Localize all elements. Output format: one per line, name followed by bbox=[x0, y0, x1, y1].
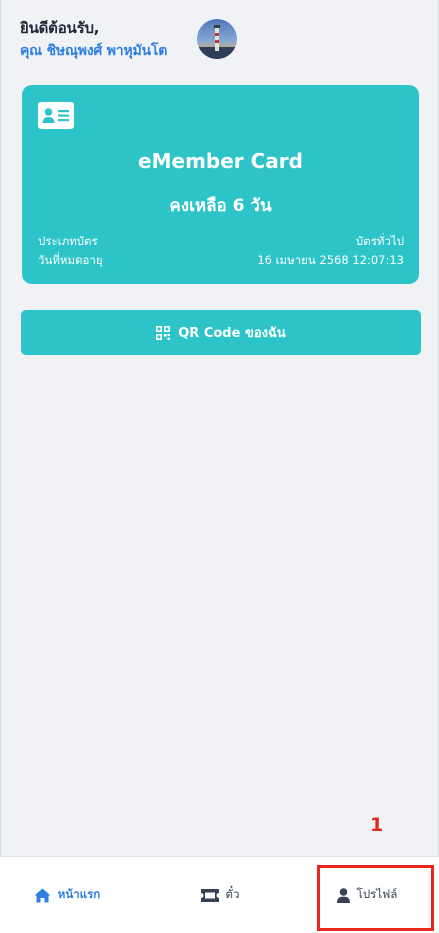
card-type-label: ประเภทบัตร bbox=[38, 234, 98, 248]
ticket-icon bbox=[200, 888, 219, 902]
qr-button-label: QR Code ของฉัน bbox=[178, 326, 286, 341]
bottom-navigation: หน้าแรก ตั๋ว โปรไฟล์ bbox=[0, 856, 439, 933]
user-name: คุณ ชิษณุพงศ์ พาหุมันโต bbox=[20, 43, 168, 59]
step-number-annotation: 1 bbox=[370, 814, 384, 836]
nav-profile-label: โปรไฟล์ bbox=[356, 887, 398, 901]
expiry-value: 16 เมษายน 2568 12:07:13 bbox=[257, 253, 404, 267]
nav-ticket-label: ตั๋ว bbox=[225, 887, 240, 901]
user-icon bbox=[336, 887, 350, 903]
expiry-label: วันที่หมดอายุ bbox=[38, 253, 103, 267]
avatar[interactable] bbox=[197, 19, 237, 59]
avatar-image bbox=[197, 19, 237, 59]
nav-profile[interactable]: โปรไฟล์ bbox=[299, 857, 435, 933]
my-qr-code-button[interactable]: QR Code ของฉัน bbox=[21, 310, 421, 355]
expiry-row: วันที่หมดอายุ 16 เมษายน 2568 12:07:13 bbox=[38, 252, 404, 268]
card-type-row: ประเภทบัตร บัตรทั่วไป bbox=[38, 233, 404, 249]
welcome-header: ยินดีต้อนรับ, คุณ ชิษณุพงศ์ พาหุมันโต bbox=[20, 16, 420, 64]
home-icon bbox=[34, 888, 51, 902]
emember-card: eMember Card คงเหลือ 6 วัน ประเภทบัตร บั… bbox=[22, 85, 419, 284]
qr-code-icon bbox=[156, 325, 171, 340]
nav-home-label: หน้าแรก bbox=[57, 887, 101, 901]
card-title: eMember Card bbox=[138, 149, 303, 173]
welcome-text: ยินดีต้อนรับ, bbox=[20, 19, 100, 37]
id-card-icon bbox=[38, 102, 74, 133]
nav-ticket[interactable]: ตั๋ว bbox=[150, 857, 290, 933]
card-type-value: บัตรทั่วไป bbox=[355, 234, 404, 248]
nav-home[interactable]: หน้าแรก bbox=[0, 857, 134, 933]
days-remaining: คงเหลือ 6 วัน bbox=[169, 196, 272, 216]
